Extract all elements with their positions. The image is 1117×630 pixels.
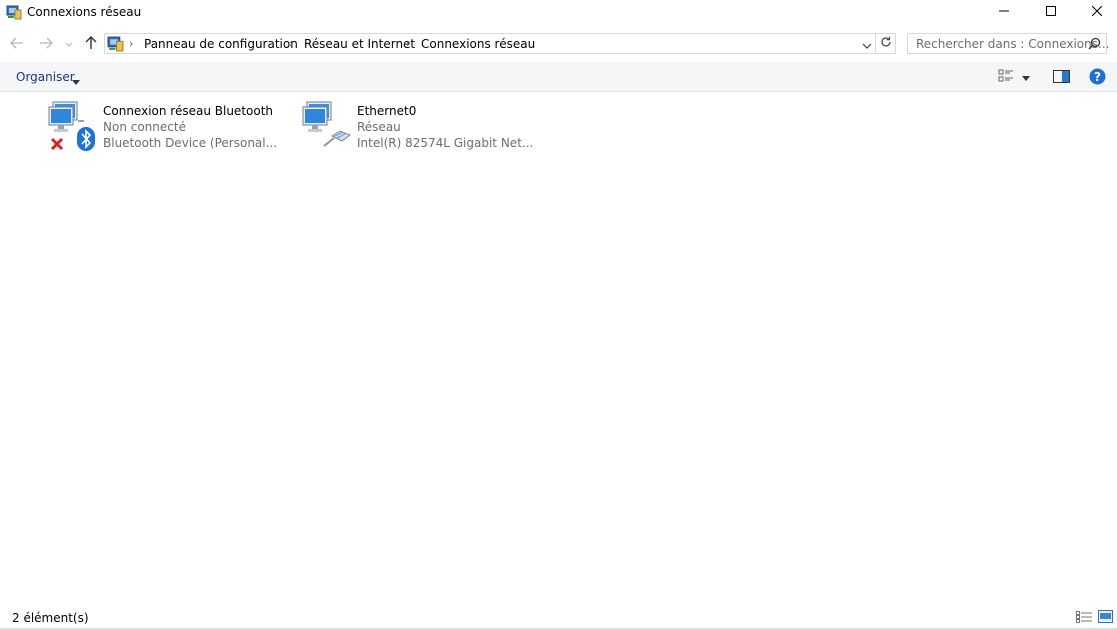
search-placeholder: Rechercher dans : Connexions... bbox=[916, 37, 1110, 51]
arrow-up-icon bbox=[85, 35, 97, 53]
item-status: Non connecté bbox=[103, 120, 186, 134]
preview-pane-button[interactable] bbox=[1053, 70, 1070, 86]
refresh-icon bbox=[880, 36, 892, 51]
view-options-icon bbox=[998, 69, 1014, 86]
maximize-icon bbox=[1046, 5, 1056, 19]
item-device: Bluetooth Device (Personal... bbox=[103, 136, 278, 150]
disconnected-x-icon bbox=[50, 137, 64, 154]
item-name: Connexion réseau Bluetooth bbox=[103, 104, 274, 118]
details-view-button[interactable] bbox=[1076, 611, 1092, 626]
title-bar bbox=[0, 0, 1117, 24]
item-name: Ethernet0 bbox=[357, 104, 417, 118]
item-count: 2 élément(s) bbox=[12, 611, 89, 625]
back-button[interactable] bbox=[7, 34, 27, 54]
forward-button[interactable] bbox=[36, 34, 56, 54]
breadcrumb-reseau-et-internet[interactable]: Réseau et Internet bbox=[304, 37, 415, 51]
view-options-button[interactable] bbox=[998, 69, 1034, 85]
breadcrumb-panneau-de-configuration[interactable]: Panneau de configuration bbox=[144, 37, 298, 51]
breadcrumb-separator: › bbox=[129, 37, 134, 50]
arrow-left-icon bbox=[10, 37, 24, 52]
command-bar bbox=[0, 62, 1117, 92]
item-status: Réseau bbox=[357, 120, 401, 134]
details-view-icon bbox=[1076, 611, 1092, 626]
organise-menu-button[interactable]: Organiser bbox=[16, 70, 75, 84]
close-icon bbox=[1091, 5, 1103, 19]
help-icon: ? bbox=[1089, 68, 1106, 88]
recent-locations-button[interactable] bbox=[61, 34, 77, 54]
breadcrumb-separator[interactable]: › bbox=[406, 37, 410, 51]
svg-text:?: ? bbox=[1094, 70, 1101, 84]
window-title: Connexions réseau bbox=[27, 5, 142, 19]
chevron-down-icon bbox=[65, 37, 73, 51]
maximize-button[interactable] bbox=[1028, 0, 1074, 24]
breadcrumb-separator[interactable]: › bbox=[289, 37, 293, 51]
chevron-down-icon bbox=[72, 74, 80, 88]
minimize-button[interactable] bbox=[981, 0, 1027, 24]
close-button[interactable] bbox=[1074, 0, 1117, 24]
search-icon[interactable] bbox=[1088, 37, 1101, 53]
address-dropdown-button[interactable] bbox=[862, 39, 872, 53]
chevron-down-icon bbox=[862, 39, 872, 53]
control-panel-icon bbox=[6, 4, 22, 20]
large-icons-view-button[interactable] bbox=[1098, 610, 1113, 626]
breadcrumb-connexions-reseau[interactable]: Connexions réseau bbox=[421, 37, 535, 51]
minimize-icon bbox=[999, 5, 1009, 19]
item-device: Intel(R) 82574L Gigabit Net... bbox=[357, 136, 534, 150]
large-icons-view-icon bbox=[1098, 610, 1113, 626]
up-button[interactable] bbox=[81, 34, 101, 54]
refresh-button[interactable] bbox=[876, 33, 896, 54]
chevron-down-icon bbox=[1022, 70, 1030, 84]
ethernet-cable-icon bbox=[322, 128, 352, 151]
control-panel-icon bbox=[107, 35, 124, 52]
preview-pane-icon bbox=[1053, 70, 1070, 86]
arrow-right-icon bbox=[39, 37, 53, 52]
help-button[interactable]: ? bbox=[1089, 68, 1106, 88]
bluetooth-icon bbox=[77, 127, 95, 154]
